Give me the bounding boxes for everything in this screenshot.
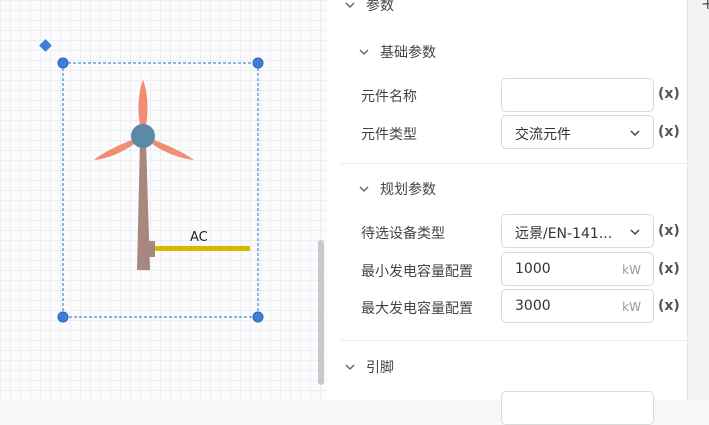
component-type-value: 交流元件: [515, 127, 571, 143]
panel-edge-strip: [687, 0, 709, 400]
turbine-hub: [131, 124, 155, 148]
field-min-cap-label: 最小发电容量配置: [361, 264, 473, 280]
chevron-down-icon: [345, 2, 355, 9]
max-capacity-input[interactable]: 3000 kW: [501, 289, 654, 323]
canvas-svg: [39, 39, 264, 323]
turbine-connector: [147, 241, 155, 257]
chevron-down-icon: [359, 186, 369, 193]
min-capacity-value: 1000: [515, 261, 551, 277]
ac-port-line[interactable]: [155, 246, 250, 251]
resize-handle-top-left[interactable]: [57, 57, 69, 69]
section-params[interactable]: 参数: [344, 0, 394, 15]
chevron-down-icon: [630, 229, 640, 236]
expression-toggle-device[interactable]: (x): [658, 223, 680, 239]
device-type-value: 远景/EN-141...: [515, 226, 613, 242]
device-type-select[interactable]: 远景/EN-141...: [501, 214, 654, 248]
pin-input-partial[interactable]: [501, 391, 654, 425]
resize-handle-bottom-left[interactable]: [57, 311, 69, 323]
section-divider: [340, 340, 687, 341]
section-pins-label: 引脚: [366, 360, 394, 376]
min-capacity-unit: kW: [622, 263, 641, 277]
section-params-label: 参数: [366, 0, 394, 14]
field-type-label: 元件类型: [361, 127, 417, 143]
resize-handle-bottom-right[interactable]: [252, 311, 264, 323]
field-max-cap-label: 最大发电容量配置: [361, 301, 473, 317]
field-name-label: 元件名称: [361, 89, 417, 105]
section-basic-params-label: 基础参数: [380, 45, 436, 61]
diagram-canvas[interactable]: AC: [0, 0, 327, 400]
min-capacity-input[interactable]: 1000 kW: [501, 252, 654, 286]
expression-toggle-min-cap[interactable]: (x): [658, 261, 680, 277]
port-label: AC: [190, 230, 208, 245]
expression-toggle-type[interactable]: (x): [658, 124, 680, 140]
section-planning-params[interactable]: 规划参数: [358, 179, 436, 199]
selection-box: [62, 62, 259, 318]
expression-toggle-name[interactable]: (x): [658, 86, 680, 102]
section-divider: [340, 163, 687, 164]
rotate-handle[interactable]: [39, 39, 52, 52]
chevron-down-icon: [359, 49, 369, 56]
component-name-input[interactable]: [501, 78, 654, 112]
section-basic-params[interactable]: 基础参数: [358, 42, 436, 62]
section-pins[interactable]: 引脚: [344, 357, 394, 377]
max-capacity-unit: kW: [622, 300, 641, 314]
chevron-down-icon: [630, 130, 640, 137]
plus-icon[interactable]: +: [701, 0, 709, 13]
wind-turbine-icon[interactable]: [94, 80, 194, 270]
max-capacity-value: 3000: [515, 298, 551, 314]
canvas-scrollbar[interactable]: [318, 240, 324, 385]
chevron-down-icon: [345, 364, 355, 371]
expression-toggle-max-cap[interactable]: (x): [658, 298, 680, 314]
resize-handle-top-right[interactable]: [252, 57, 264, 69]
component-type-select[interactable]: 交流元件: [501, 115, 654, 149]
field-device-label: 待选设备类型: [361, 226, 445, 242]
section-planning-params-label: 规划参数: [380, 182, 436, 198]
